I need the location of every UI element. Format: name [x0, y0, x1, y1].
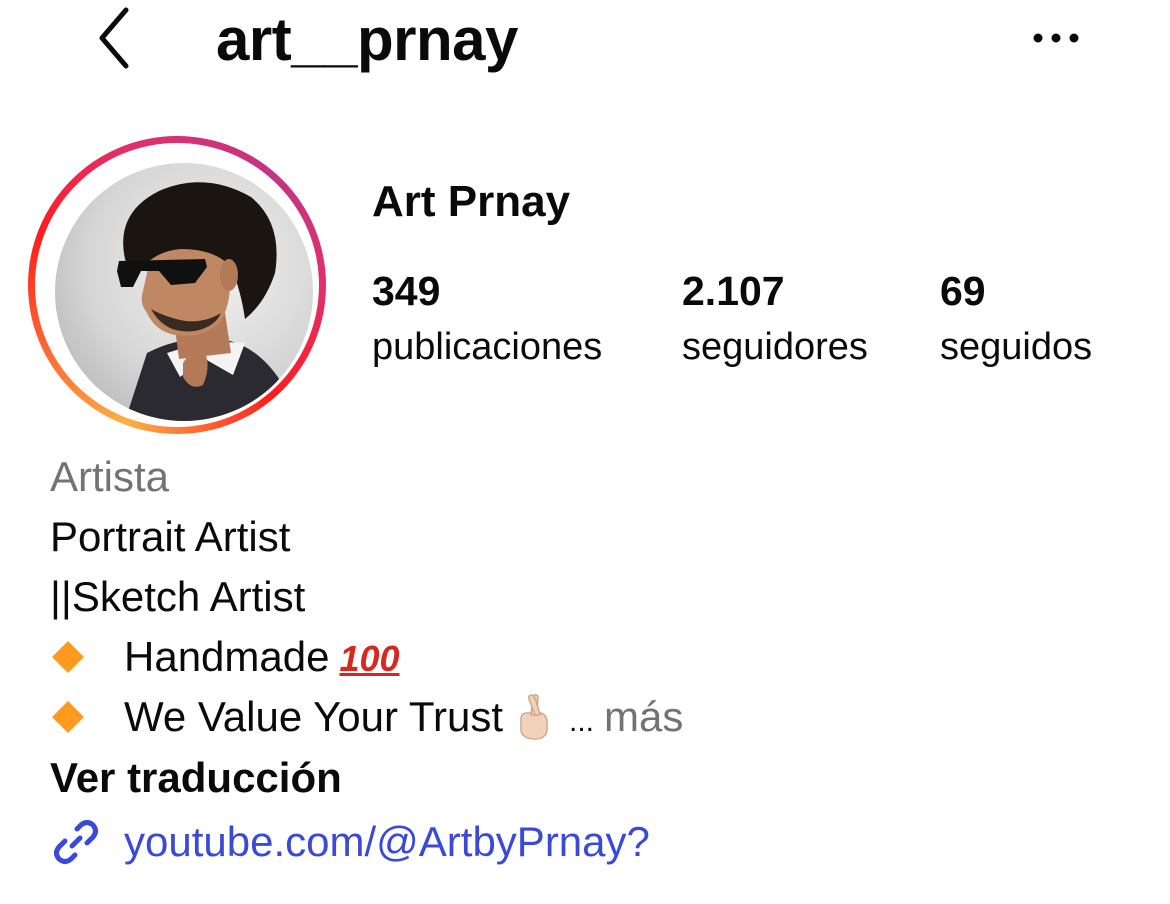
bio-line: ||Sketch Artist	[50, 573, 306, 620]
profile-display-name: Art Prnay	[372, 177, 571, 226]
profile-link[interactable]: youtube.com/@ArtbyPrnay?	[50, 812, 650, 872]
bio-line-text: Handmade	[124, 633, 330, 680]
stat-posts-label: publicaciones	[372, 326, 603, 368]
bio-line: Portrait Artist	[50, 513, 291, 560]
bio-ellipsis: ...	[569, 705, 595, 738]
stat-followers-label: seguidores	[682, 326, 868, 368]
orange-diamond-icon	[52, 701, 84, 733]
profile-username: art__prnay	[216, 6, 518, 73]
orange-diamond-icon	[52, 641, 84, 673]
bio-line-text: We Value Your Trust	[124, 693, 504, 740]
profile-link-text: youtube.com/@ArtbyPrnay?	[124, 818, 650, 865]
stat-following-count: 69	[940, 268, 986, 314]
hundred-points-icon: 100	[339, 638, 400, 679]
avatar-portrait	[117, 182, 300, 421]
profile-page: art__prnay Art Prnay 349 publicaciones 2…	[0, 0, 1170, 904]
stat-posts[interactable]: 349 publicaciones	[372, 266, 602, 370]
profile-category: Artista	[50, 453, 170, 500]
more-horizontal-icon	[1033, 33, 1079, 43]
stat-following[interactable]: 69 seguidos	[940, 266, 1092, 370]
more-bio-button[interactable]: más	[604, 693, 683, 740]
avatar	[55, 163, 313, 421]
more-options-button[interactable]	[1028, 20, 1084, 56]
link-icon	[54, 820, 98, 864]
back-button[interactable]	[92, 6, 136, 70]
crossed-fingers-icon	[520, 693, 548, 740]
stat-following-label: seguidos	[940, 326, 1093, 368]
chevron-left-icon	[99, 7, 129, 69]
stat-followers-count: 2.107	[682, 268, 785, 314]
stat-posts-count: 349	[372, 268, 441, 314]
bio-line: We Value Your Trust ... más	[50, 691, 683, 748]
bio-line: Handmade 100	[50, 631, 400, 685]
see-translation-button[interactable]: Ver traducción	[50, 752, 342, 804]
story-ring-gap	[35, 143, 319, 427]
story-ring[interactable]	[28, 136, 326, 434]
stat-followers[interactable]: 2.107 seguidores	[682, 266, 868, 370]
